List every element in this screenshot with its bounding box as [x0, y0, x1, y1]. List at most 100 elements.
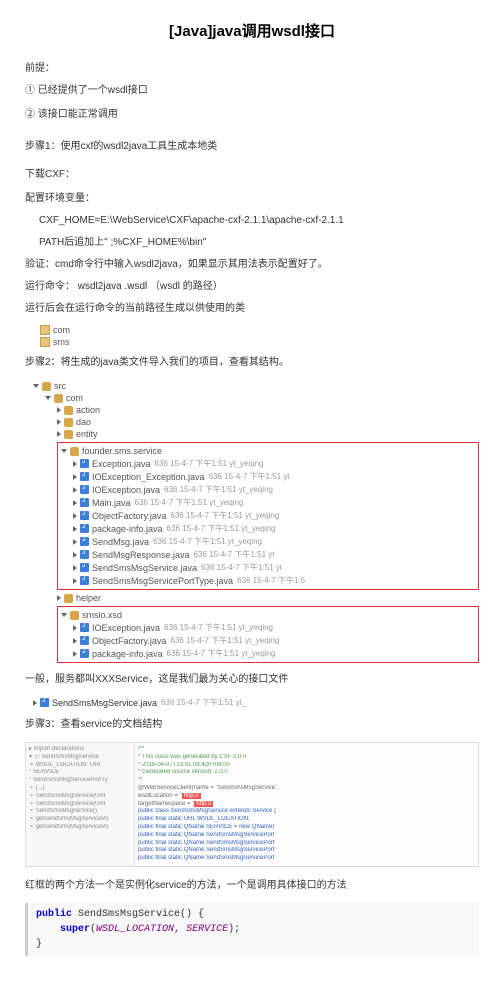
code-block: public SendSmsMsgService() { super(WSDL_… [25, 903, 479, 956]
env-line-1: CXF_HOME=E:\WebService\CXF\apache-cxf-2.… [25, 214, 479, 228]
file-meta: 636 15-4-7 下午1:51 yt_yeqing [153, 536, 262, 547]
smsio-box: smsio.xsd IOException.java636 15-4-7 下午1… [57, 606, 479, 663]
file-meta: 636 15-4-7 下午1:51 yt_yeqing [167, 523, 276, 534]
code-thumbnail: ▸ import declarations▾ ⓒ SendSmsMsgServi… [25, 742, 479, 867]
verify-line: 验证：cmd命令⾏中输⼊wsdl2java，如果显⽰其⽤法表⽰配置好了。 [25, 258, 479, 272]
step1-heading: 步骤1：使⽤cxf的wsdl2java⼯具⽣成本地类 [25, 140, 479, 154]
pkg-icon [64, 594, 73, 603]
pkg-helper: helper [76, 593, 101, 603]
founder-pkg: founder.sms.service [82, 446, 162, 456]
com-label: com [66, 393, 83, 403]
const-service: SERVICE [186, 924, 228, 935]
expand-icon [61, 613, 67, 617]
java-icon [80, 472, 89, 481]
const-wsdl: WSDL_LOCATION [96, 924, 174, 935]
src-icon [42, 382, 51, 391]
collapse-icon [57, 431, 61, 437]
file-meta: 636 15-4-7 下午1:51 yt_yeqing [170, 635, 279, 646]
outline-panel: ▸ import declarations▾ ⓒ SendSmsMsgServi… [25, 742, 135, 867]
collapse-icon [73, 474, 77, 480]
pkg-icon [70, 447, 79, 456]
step3-note: 红框的两个⽅法⼀个是实例化service的⽅法，⼀个是调⽤具体接⼝的⽅法 [25, 879, 479, 893]
download-label: 下载CXF： [25, 168, 479, 182]
code-text: ); [228, 924, 240, 935]
keyword-public: public [36, 909, 72, 920]
file-name: IOException.java [92, 623, 160, 633]
simple-tree: com sms [40, 324, 479, 348]
service-file-meta: 636 15-4-7 下午1:51 yt_ [161, 697, 246, 708]
page-title: [Java]java调⽤wsdl接⼝ [25, 20, 479, 41]
collapse-icon [73, 565, 77, 571]
keyword-super: super [60, 924, 90, 935]
pkg-icon [70, 611, 79, 620]
folder-icon [40, 337, 50, 347]
file-row: Exception.java636 15-4-7 下午1:51 yt_yeqin… [73, 457, 475, 470]
file-meta: 636 15-4-7 下午1:5 [237, 575, 305, 586]
pkg-icon [64, 406, 73, 415]
java-icon [80, 623, 89, 632]
file-name: package-info.java [92, 524, 163, 534]
step2-heading: 步骤2：将⽣成的java类⽂件导⼊我们的项⽬，查看其结构。 [25, 356, 479, 370]
file-meta: 636 15-4-7 下午1:51 yt_yeqing [167, 648, 276, 659]
file-row: package-info.java 636 15-4-7 下午1:51 yt_ye… [73, 647, 475, 660]
collapse-icon [73, 513, 77, 519]
file-name: IOException.java [92, 485, 160, 495]
file-row: IOException.java636 15-4-7 下午1:51 yt_yeq… [73, 483, 475, 496]
expand-icon [61, 449, 67, 453]
pkg-icon [64, 418, 73, 427]
pkg-entity: entity [76, 429, 98, 439]
env-line-2: PATH后追加上" ;%CXF_HOME%\bin" [25, 236, 479, 250]
collapse-icon [73, 526, 77, 532]
pkg-icon [54, 394, 63, 403]
step3-heading: 步骤3：查看service的⽂档结构 [25, 718, 479, 732]
collapse-icon [73, 578, 77, 584]
file-name: ObjectFactory.java [92, 636, 166, 646]
folder-icon [40, 325, 50, 335]
service-file-name: SendSmsMsgService.java [52, 698, 157, 708]
java-icon [80, 576, 89, 585]
pkg-icon [64, 430, 73, 439]
file-meta: 636 15-4-7 下午1:51 yt_yeqing [164, 622, 273, 633]
collapse-icon [73, 625, 77, 631]
collapse-icon [57, 419, 61, 425]
src-label: src [54, 381, 66, 391]
pkg-dao: dao [76, 417, 91, 427]
file-row: SendMsg.java 636 15-4-7 下午1:51 yt_yeqing [73, 535, 475, 548]
file-meta: 636 15-4-7 下午1:51 yt [201, 562, 282, 573]
env-label: 配置环境变量： [25, 192, 479, 206]
collapse-icon [33, 700, 37, 706]
file-name: IOException_Exception.java [92, 472, 205, 482]
file-row: IOException_Exception.java636 15-4-7 下午1… [73, 470, 475, 483]
tree-sms: sms [53, 337, 70, 347]
java-icon [80, 459, 89, 468]
code-text: } [36, 937, 471, 952]
code-text: , [174, 924, 186, 935]
java-icon [40, 698, 49, 707]
file-row: SendSmsMsgServicePortType.java636 15-4-7… [73, 574, 475, 587]
file-meta: 636 15-4-7 下午1:51 yt_yeqing [170, 510, 279, 521]
collapse-icon [73, 500, 77, 506]
collapse-icon [73, 651, 77, 657]
file-meta: 636 15-4-7 下午1:51 yt [194, 549, 275, 560]
tree-com: com [53, 325, 70, 335]
collapse-icon [73, 539, 77, 545]
java-icon [80, 649, 89, 658]
file-name: Main.java [92, 498, 131, 508]
file-name: SendMsg.java [92, 537, 149, 547]
code-text: SendSmsMsgService() { [72, 909, 204, 920]
premise-label: 前提： [25, 59, 479, 74]
pkg-action: action [76, 405, 100, 415]
file-name: SendSmsMsgService.java [92, 563, 197, 573]
collapse-icon [57, 595, 61, 601]
premise-item-2: ② 该接⼝能正常调⽤ [25, 108, 479, 122]
java-icon [80, 511, 89, 520]
collapse-icon [73, 638, 77, 644]
file-row: SendSmsMsgService.java 636 15-4-7 下午1:51 … [73, 561, 475, 574]
premise-item-1: ① 已经提供了⼀个wsdl接⼝ [25, 84, 479, 98]
file-name: package-info.java [92, 649, 163, 659]
file-row: package-info.java 636 15-4-7 下午1:51 yt_ye… [73, 522, 475, 535]
file-name: SendMsgResponse.java [92, 550, 190, 560]
step2-note: ⼀般，服务都叫XXXService，这是我们最为关⼼的接⼝⽂件 [25, 673, 479, 687]
collapse-icon [57, 407, 61, 413]
java-icon [80, 498, 89, 507]
